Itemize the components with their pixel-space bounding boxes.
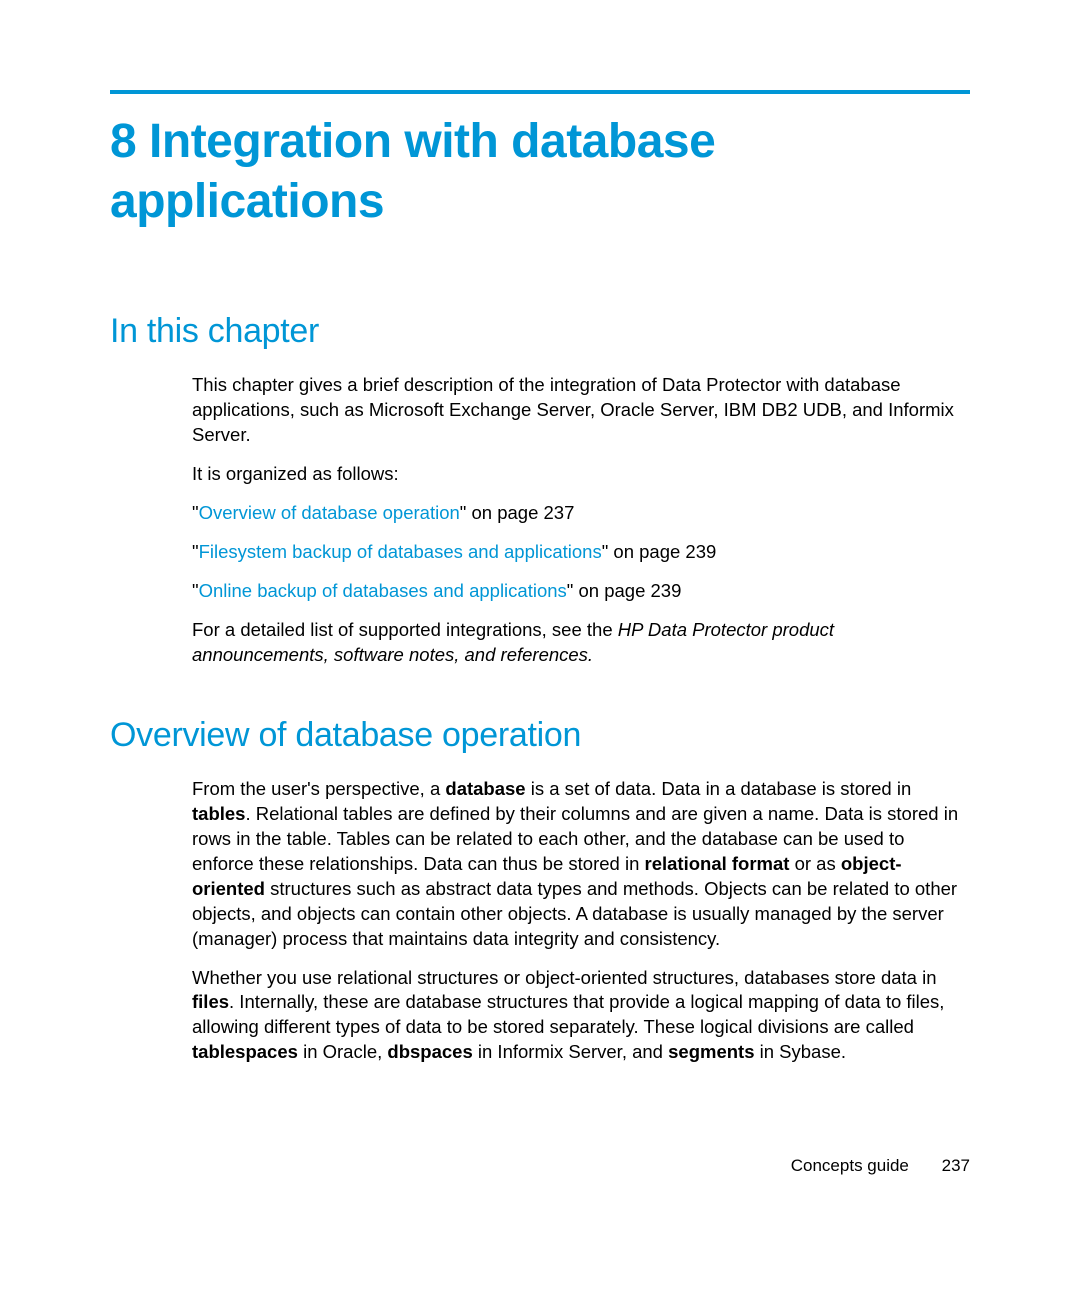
section-heading-in-this-chapter: In this chapter	[110, 312, 970, 351]
bold-text: tablespaces	[192, 1041, 298, 1062]
text: Whether you use relational structures or…	[192, 967, 937, 988]
top-rule	[110, 90, 970, 94]
paragraph: Whether you use relational structures or…	[192, 966, 970, 1066]
text: is a set of data. Data in a database is …	[526, 778, 912, 799]
bold-text: tables	[192, 803, 245, 824]
bold-text: segments	[668, 1041, 754, 1062]
paragraph: It is organized as follows:	[192, 462, 970, 487]
page-number: 237	[942, 1156, 970, 1175]
text: in Sybase.	[755, 1041, 847, 1062]
link-online-backup[interactable]: Online backup of databases and applicati…	[199, 580, 567, 601]
footer-label: Concepts guide	[791, 1156, 909, 1175]
bold-text: files	[192, 991, 229, 1012]
section-body-overview: From the user's perspective, a database …	[192, 777, 970, 1066]
toc-suffix: " on page 239	[567, 580, 682, 601]
chapter-title: 8 Integration with database applications	[110, 112, 970, 232]
text: From the user's perspective, a	[192, 778, 445, 799]
toc-suffix: " on page 239	[602, 541, 717, 562]
paragraph: For a detailed list of supported integra…	[192, 618, 970, 668]
toc-line: "Filesystem backup of databases and appl…	[192, 540, 970, 565]
section-body-in-this-chapter: This chapter gives a brief description o…	[192, 373, 970, 668]
link-filesystem-backup[interactable]: Filesystem backup of databases and appli…	[199, 541, 602, 562]
text: in Oracle,	[298, 1041, 387, 1062]
toc-line: "Online backup of databases and applicat…	[192, 579, 970, 604]
text: . Internally, these are database structu…	[192, 991, 944, 1037]
text: in Informix Server, and	[473, 1041, 668, 1062]
toc-suffix: " on page 237	[460, 502, 575, 523]
bold-text: database	[445, 778, 525, 799]
text: or as	[789, 853, 840, 874]
toc-line: "Overview of database operation" on page…	[192, 501, 970, 526]
paragraph: From the user's perspective, a database …	[192, 777, 970, 952]
paragraph: This chapter gives a brief description o…	[192, 373, 970, 448]
bold-text: dbspaces	[387, 1041, 472, 1062]
link-overview[interactable]: Overview of database operation	[199, 502, 460, 523]
document-page: 8 Integration with database applications…	[0, 0, 1080, 1173]
text: For a detailed list of supported integra…	[192, 619, 618, 640]
bold-text: relational format	[645, 853, 790, 874]
section-heading-overview: Overview of database operation	[110, 716, 970, 755]
text: structures such as abstract data types a…	[192, 878, 957, 949]
page-footer: Concepts guide 237	[791, 1156, 970, 1176]
